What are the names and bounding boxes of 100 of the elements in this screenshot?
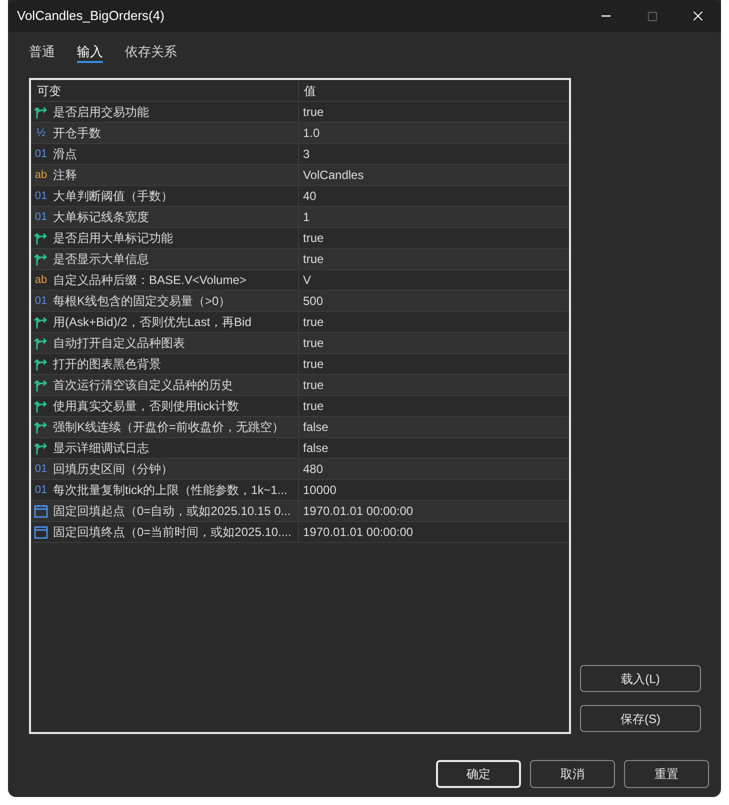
column-header[interactable]: 可变: [31, 80, 299, 101]
side-button[interactable]: 载入(L): [580, 665, 701, 692]
parameter-name-cell[interactable]: 固定回填终点（0=当前时间，或如2025.10....: [31, 522, 299, 542]
parameter-name-cell[interactable]: 01 每次批量复制tick的上限（性能参数，1k~1...: [31, 480, 299, 500]
parameter-value-cell[interactable]: 3: [299, 144, 569, 164]
parameter-name: 每根K线包含的固定交易量（>0）: [53, 293, 231, 310]
parameter-name-cell[interactable]: 01 回填历史区间（分钟）: [31, 459, 299, 479]
parameter-value-cell[interactable]: VolCandles: [299, 165, 569, 185]
type-glyph: 01: [34, 294, 48, 309]
parameter-name-cell[interactable]: 使用真实交易量，否则使用tick计数: [31, 396, 299, 416]
table-row[interactable]: 01 滑点 3: [31, 144, 569, 165]
type-glyph: ab: [34, 168, 48, 183]
table-row[interactable]: 固定回填起点（0=自动，或如2025.10.15 0... 1970.01.01 00:00:00: [31, 501, 569, 522]
parameter-name-cell[interactable]: 用(Ask+Bid)/2，否则优先Last，再Bid: [31, 312, 299, 332]
table-row[interactable]: 是否显示大单信息 true: [31, 249, 569, 270]
parameter-value-cell[interactable]: false: [299, 438, 569, 458]
parameter-name: 大单判断阈值（手数）: [53, 188, 173, 205]
branch-arrow-icon: [34, 441, 48, 455]
parameter-value-cell[interactable]: true: [299, 396, 569, 416]
branch-arrow-icon: [34, 336, 48, 350]
table-row[interactable]: ab 注释 VolCandles: [31, 165, 569, 186]
table-row[interactable]: ½ 开仓手数 1.0: [31, 123, 569, 144]
parameter-name-cell[interactable]: ab 自定义品种后缀：BASE.V<Volume>: [31, 270, 299, 290]
parameter-name: 打开的图表黑色背景: [53, 356, 161, 373]
tab[interactable]: 依存关系: [125, 42, 177, 63]
parameter-name-cell[interactable]: ½ 开仓手数: [31, 123, 299, 143]
parameter-value-cell[interactable]: true: [299, 249, 569, 269]
parameter-value-cell[interactable]: 1: [299, 207, 569, 227]
parameter-value-cell[interactable]: 10000: [299, 480, 569, 500]
tab[interactable]: 普通: [29, 42, 55, 63]
parameter-name-cell[interactable]: 显示详细调试日志: [31, 438, 299, 458]
parameter-value-cell[interactable]: 1970.01.01 00:00:00: [299, 501, 569, 521]
parameter-value-cell[interactable]: false: [299, 417, 569, 437]
type-glyph: 01: [34, 210, 48, 225]
parameter-value-cell[interactable]: 1970.01.01 00:00:00: [299, 522, 569, 542]
type-glyph: 01: [34, 462, 48, 477]
dialog-button[interactable]: 确定: [436, 760, 521, 788]
table-row[interactable]: ab 自定义品种后缀：BASE.V<Volume> V: [31, 270, 569, 291]
parameter-value-cell[interactable]: 500: [299, 291, 569, 311]
table-row[interactable]: 是否启用大单标记功能 true: [31, 228, 569, 249]
parameter-name-cell[interactable]: 强制K线连续（开盘价=前收盘价，无跳空）: [31, 417, 299, 437]
parameter-name-cell[interactable]: 打开的图表黑色背景: [31, 354, 299, 374]
table-row[interactable]: 自动打开自定义品种图表 true: [31, 333, 569, 354]
table-row[interactable]: 01 每次批量复制tick的上限（性能参数，1k~1... 10000: [31, 480, 569, 501]
table-row[interactable]: 用(Ask+Bid)/2，否则优先Last，再Bid true: [31, 312, 569, 333]
type-glyph: ½: [35, 126, 47, 141]
dialog-button[interactable]: 取消: [530, 760, 615, 788]
parameter-value-cell[interactable]: true: [299, 354, 569, 374]
branch-arrow-icon: [34, 420, 48, 434]
side-button[interactable]: 保存(S): [580, 705, 701, 732]
parameter-name-cell[interactable]: 01 大单标记线条宽度: [31, 207, 299, 227]
parameter-name: 是否显示大单信息: [53, 251, 149, 268]
parameter-name: 自定义品种后缀：BASE.V<Volume>: [53, 272, 246, 289]
type-glyph: 01: [34, 146, 48, 162]
maximize-icon: [646, 10, 658, 22]
type-glyph: 01: [34, 482, 48, 498]
parameter-name-cell[interactable]: 是否显示大单信息: [31, 249, 299, 269]
parameter-name: 固定回填终点（0=当前时间，或如2025.10....: [53, 524, 292, 541]
table-row[interactable]: 01 回填历史区间（分钟） 480: [31, 459, 569, 480]
parameter-value-cell[interactable]: true: [299, 102, 569, 122]
parameter-name-cell[interactable]: 01 每根K线包含的固定交易量（>0）: [31, 291, 299, 311]
table-row[interactable]: 固定回填终点（0=当前时间，或如2025.10.... 1970.01.01 00:00:00: [31, 522, 569, 543]
parameter-value-cell[interactable]: 480: [299, 459, 569, 479]
type-glyph: 01: [34, 188, 48, 204]
table-row[interactable]: 首次运行清空该自定义品种的历史 true: [31, 375, 569, 396]
parameter-name: 注释: [53, 167, 77, 184]
table-row[interactable]: 打开的图表黑色背景 true: [31, 354, 569, 375]
parameter-name-cell[interactable]: ab 注释: [31, 165, 299, 185]
tab[interactable]: 输入: [77, 42, 103, 63]
parameter-name: 是否启用交易功能: [53, 104, 149, 121]
table-row[interactable]: 显示详细调试日志 false: [31, 438, 569, 459]
parameter-name: 使用真实交易量，否则使用tick计数: [53, 398, 239, 415]
column-header[interactable]: 值: [299, 80, 569, 101]
parameter-value-cell[interactable]: true: [299, 375, 569, 395]
parameter-value-cell[interactable]: 1.0: [299, 123, 569, 143]
parameter-value-cell[interactable]: true: [299, 228, 569, 248]
table-row[interactable]: 01 大单标记线条宽度 1: [31, 207, 569, 228]
parameter-value-cell[interactable]: 40: [299, 186, 569, 206]
dialog-button[interactable]: 重置: [624, 760, 709, 788]
parameter-name-cell[interactable]: 是否启用大单标记功能: [31, 228, 299, 248]
branch-arrow-icon: [34, 357, 48, 371]
parameter-name-cell[interactable]: 是否启用交易功能: [31, 102, 299, 122]
parameter-name-cell[interactable]: 首次运行清空该自定义品种的历史: [31, 375, 299, 395]
parameter-name: 开仓手数: [53, 125, 101, 142]
parameter-name-cell[interactable]: 自动打开自定义品种图表: [31, 333, 299, 353]
branch-arrow-icon: [34, 252, 48, 266]
parameter-name-cell[interactable]: 固定回填起点（0=自动，或如2025.10.15 0...: [31, 501, 299, 521]
parameter-name-cell[interactable]: 01 滑点: [31, 144, 299, 164]
table-row[interactable]: 使用真实交易量，否则使用tick计数 true: [31, 396, 569, 417]
branch-arrow-icon: [34, 231, 48, 245]
parameter-name-cell[interactable]: 01 大单判断阈值（手数）: [31, 186, 299, 206]
table-row[interactable]: 是否启用交易功能 true: [31, 102, 569, 123]
branch-arrow-icon: [34, 315, 48, 329]
table-row[interactable]: 强制K线连续（开盘价=前收盘价，无跳空） false: [31, 417, 569, 438]
parameter-value-cell[interactable]: V: [299, 270, 569, 290]
parameter-name: 固定回填起点（0=自动，或如2025.10.15 0...: [53, 503, 291, 520]
parameter-value-cell[interactable]: true: [299, 333, 569, 353]
table-row[interactable]: 01 每根K线包含的固定交易量（>0） 500: [31, 291, 569, 312]
parameter-value-cell[interactable]: true: [299, 312, 569, 332]
table-row[interactable]: 01 大单判断阈值（手数） 40: [31, 186, 569, 207]
